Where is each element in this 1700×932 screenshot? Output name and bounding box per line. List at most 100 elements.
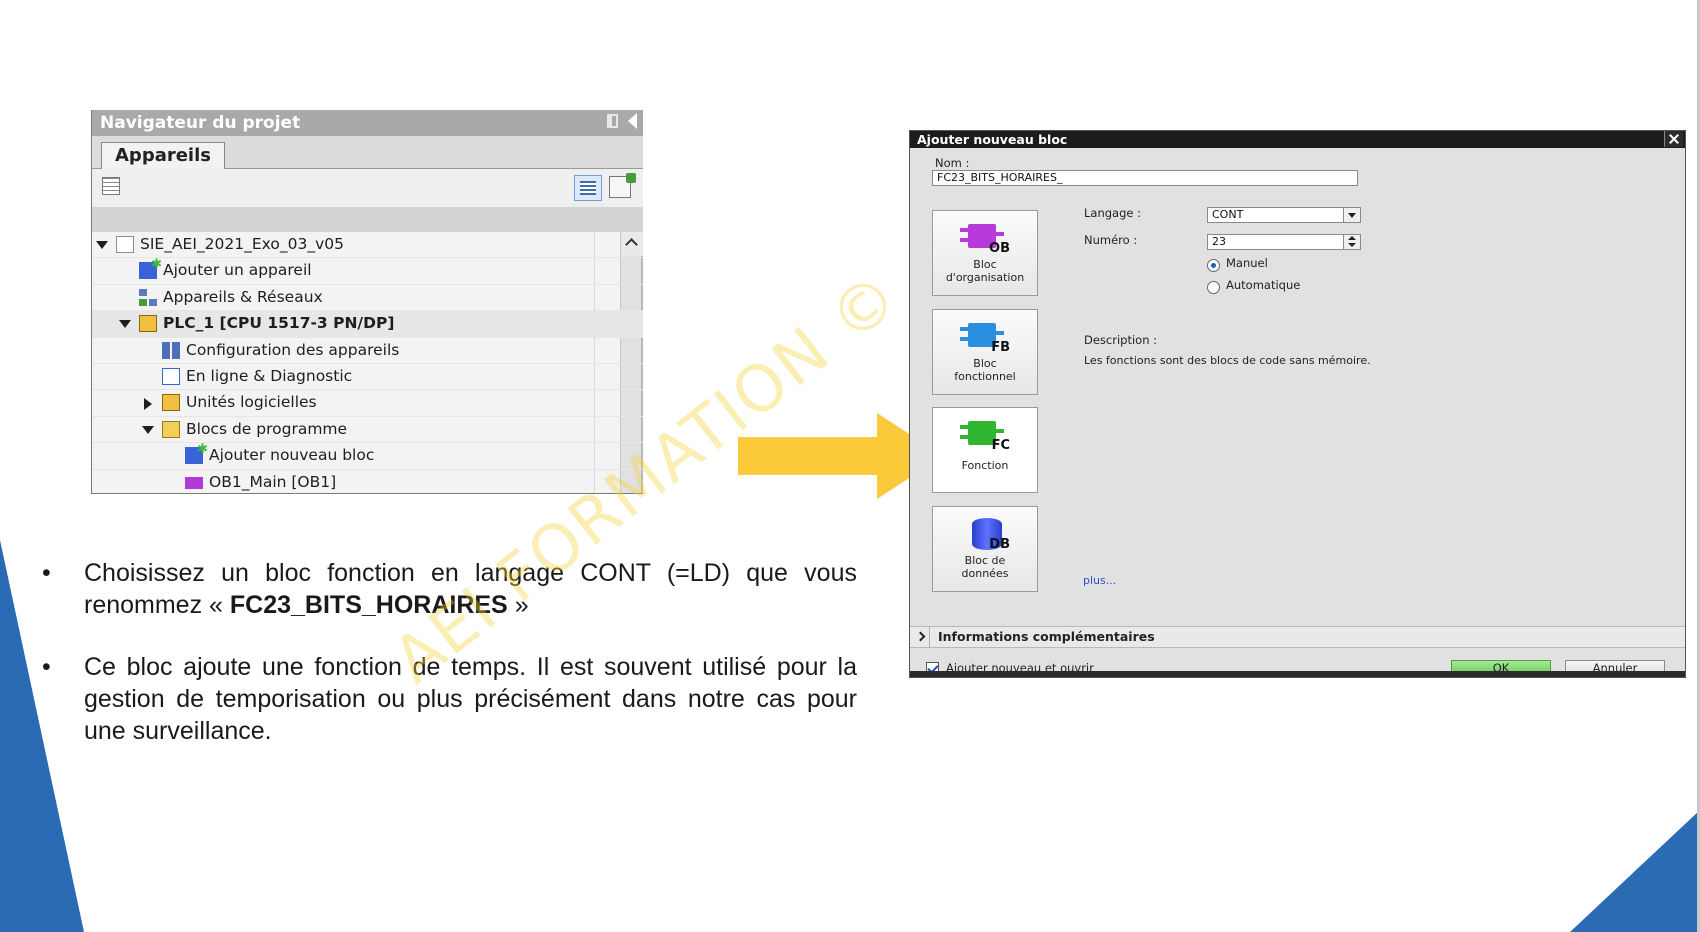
online-diagnostic-icon — [162, 367, 180, 385]
bullet-marker: • — [42, 559, 51, 587]
list-view-icon[interactable] — [574, 175, 602, 201]
collapse-arrow-icon[interactable] — [142, 425, 154, 434]
tree-item-label: Ajouter nouveau bloc — [209, 446, 375, 465]
block-label-line1: Bloc — [973, 357, 997, 370]
tree-item-label: Unités logicielles — [186, 393, 317, 412]
number-label: Numéro : — [1084, 233, 1138, 247]
tree-item-label: PLC_1 [CPU 1517-3 PN/DP] — [163, 314, 395, 333]
tree-item[interactable]: Blocs de programme — [92, 417, 643, 444]
ob-block-icon — [185, 476, 203, 489]
db-block-icon: DB — [960, 518, 1010, 552]
name-label: Nom : — [935, 156, 970, 170]
radio-manual[interactable] — [1207, 259, 1220, 272]
tree-item[interactable]: Configuration des appareils — [92, 338, 643, 364]
tree-item[interactable]: ✱ Ajouter nouveau bloc — [92, 443, 643, 470]
number-stepper[interactable]: 23 — [1207, 234, 1361, 250]
tree-item[interactable]: ✱ Ajouter un appareil — [92, 258, 643, 285]
folder-icon — [162, 420, 180, 438]
collapse-arrow-icon[interactable] — [119, 320, 131, 329]
slide-decoration-right — [1570, 810, 1700, 932]
tree-item-label: Configuration des appareils — [186, 340, 400, 359]
bullet-marker: • — [42, 653, 51, 681]
navigator-title: Navigateur du projet — [100, 113, 301, 133]
block-pin — [960, 327, 968, 331]
spinner-icon[interactable] — [1343, 235, 1360, 249]
block-label-line2: d'organisation — [945, 271, 1025, 284]
block-pin — [996, 232, 1004, 236]
plc-icon — [139, 315, 157, 333]
language-select[interactable]: CONT — [1207, 207, 1361, 223]
chevron-right-icon — [915, 631, 926, 642]
add-block-icon: ✱ — [185, 443, 208, 465]
block-tag: DB — [989, 537, 1010, 552]
block-tag: FC — [991, 438, 1010, 453]
fb-block-icon: FB — [960, 321, 1010, 355]
tree-item[interactable]: SIE_AEI_2021_Exo_03_v05 — [92, 232, 643, 259]
more-link[interactable]: plus... — [1083, 574, 1116, 587]
add-block-dialog: Ajouter nouveau bloc Nom : FC23_BITS_HOR… — [909, 130, 1686, 678]
close-icon[interactable] — [1664, 131, 1683, 147]
tree-item-label: Blocs de programme — [186, 419, 348, 438]
language-label: Langage : — [1084, 206, 1141, 220]
tree-item-label: Ajouter un appareil — [163, 261, 312, 280]
block-pin — [960, 238, 968, 242]
additional-info-bar[interactable]: Informations complémentaires — [910, 626, 1685, 648]
block-type-fc-button[interactable]: FC Fonction — [932, 407, 1038, 493]
navigator-tabs: Appareils — [92, 136, 643, 169]
collapse-panel-icon[interactable] — [628, 113, 637, 129]
project-tree: SIE_AEI_2021_Exo_03_v05 ✱ Ajouter un appar… — [92, 232, 643, 493]
language-value: CONT — [1212, 208, 1244, 221]
overview-icon[interactable] — [102, 177, 120, 195]
dialog-bottom-border — [910, 671, 1685, 677]
chevron-down-icon[interactable] — [1343, 208, 1360, 222]
dialog-title-bar: Ajouter nouveau bloc — [910, 131, 1685, 148]
project-icon — [116, 236, 134, 253]
tree-item[interactable]: En ligne & Diagnostic — [92, 364, 643, 391]
navigator-separator — [92, 207, 643, 232]
description-text: Les fonctions sont des blocs de code san… — [1084, 354, 1371, 367]
tree-item-label: Appareils & Réseaux — [163, 287, 323, 306]
radio-automatic-label: Automatique — [1226, 278, 1301, 292]
project-navigator-panel: Navigateur du projet Appareils SIE_AEI_2… — [91, 110, 643, 494]
block-tag: FB — [991, 340, 1010, 355]
tree-item-label: SIE_AEI_2021_Exo_03_v05 — [140, 235, 344, 253]
block-pin — [960, 228, 968, 232]
info-bar-separator — [929, 627, 930, 647]
fc-block-icon: FC — [960, 419, 1010, 453]
dialog-title: Ajouter nouveau bloc — [917, 132, 1068, 147]
block-label-line1: Bloc de — [964, 554, 1006, 567]
tree-item[interactable]: Unités logicielles — [92, 390, 643, 417]
radio-manual-label: Manuel — [1226, 256, 1268, 270]
tree-item-label: En ligne & Diagnostic — [186, 366, 353, 385]
additional-info-label: Informations complémentaires — [938, 629, 1155, 644]
block-type-fb-button[interactable]: FB Bloc fonctionnel — [932, 309, 1038, 395]
tab-appareils[interactable]: Appareils — [101, 142, 225, 169]
tree-item[interactable]: Appareils & Réseaux — [92, 285, 643, 312]
block-label-line2: fonctionnel — [954, 370, 1016, 383]
block-pin — [960, 337, 968, 341]
sparkle-icon: ✱ — [197, 442, 208, 458]
block-type-ob-button[interactable]: OB Bloc d'organisation — [932, 210, 1038, 296]
navigator-header: Navigateur du projet — [92, 110, 643, 136]
block-type-db-button[interactable]: DB Bloc de données — [932, 506, 1038, 592]
table-view-icon[interactable] — [609, 173, 636, 198]
add-device-icon: ✱ — [139, 258, 162, 280]
pin-icon[interactable] — [607, 114, 618, 128]
block-label-line1: Fonction — [961, 459, 1009, 472]
block-label-line1: Bloc — [973, 258, 997, 271]
tree-item-label: OB1_Main [OB1] — [209, 472, 337, 491]
block-pin — [960, 425, 968, 429]
device-config-icon — [162, 341, 180, 359]
network-icon — [139, 288, 157, 306]
software-units-icon — [162, 394, 180, 412]
block-tag: OB — [989, 241, 1010, 256]
collapse-arrow-icon[interactable] — [96, 241, 108, 249]
radio-automatic[interactable] — [1207, 281, 1220, 294]
name-input[interactable]: FC23_BITS_HORAIRES_ — [932, 170, 1358, 186]
block-pin — [996, 331, 1004, 335]
tree-item[interactable]: PLC_1 [CPU 1517-3 PN/DP] — [92, 311, 643, 338]
tree-item[interactable]: OB1_Main [OB1] — [92, 470, 643, 493]
expand-arrow-icon[interactable] — [144, 398, 152, 411]
block-label-line2: données — [961, 567, 1009, 580]
sparkle-icon: ✱ — [151, 257, 162, 273]
